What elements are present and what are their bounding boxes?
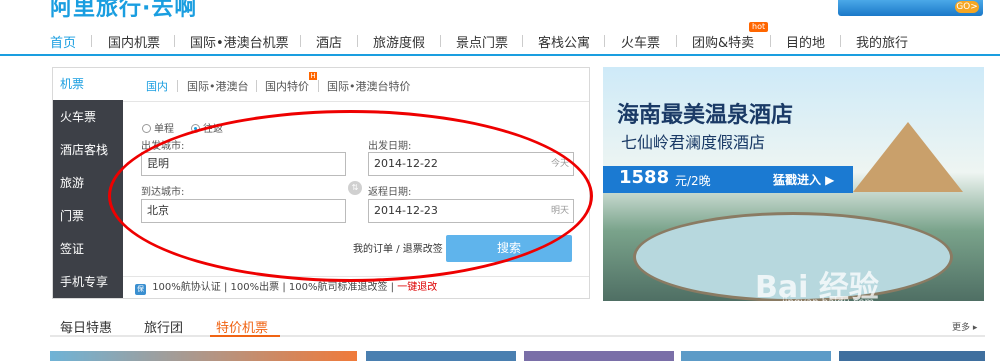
tab-domestic[interactable]: 国内 <box>146 78 168 94</box>
tab-divider <box>123 101 589 102</box>
radio-one-way[interactable]: 单程 <box>142 120 174 135</box>
nav-item-home[interactable]: 首页 <box>50 32 76 51</box>
ad-price-unit: 元/2晚 <box>675 174 711 188</box>
hot-badge: hot <box>749 22 769 32</box>
tab-separator <box>177 80 178 92</box>
nav-separator <box>174 35 175 47</box>
ad-hut-shape <box>853 122 963 192</box>
nav-item-hotels[interactable]: 酒店 <box>316 32 342 51</box>
nav-separator <box>840 35 841 47</box>
nav-separator <box>604 35 605 47</box>
tab-separator <box>256 80 257 92</box>
nav-item-group-deals[interactable]: 团购&特卖 <box>692 32 754 51</box>
more-link[interactable]: 更多 ▸ <box>952 320 977 333</box>
highlight-oval <box>108 110 593 282</box>
nav-item-inns[interactable]: 客栈公寓 <box>538 32 590 51</box>
tab-tour-groups[interactable]: 旅行团 <box>144 317 183 336</box>
bottom-tabs: 每日特惠 旅行团 特价机票 <box>50 311 985 337</box>
nav-separator <box>91 35 92 47</box>
site-logo[interactable]: 阿里旅行·去啊 <box>50 0 197 22</box>
nav-item-vacations[interactable]: 旅游度假 <box>373 32 425 51</box>
deal-thumbnails <box>50 351 985 361</box>
nav-item-tickets[interactable]: 景点门票 <box>456 32 508 51</box>
nav-item-domestic-flights[interactable]: 国内机票 <box>108 32 160 51</box>
banner-go-button[interactable]: GO> <box>955 1 979 13</box>
guarantee-certified: 100%航协认证 <box>152 282 221 293</box>
sidebar-item-hotels[interactable]: 酒店客栈 <box>53 134 123 166</box>
nav-item-destinations[interactable]: 目的地 <box>786 32 825 51</box>
tab-daily-deals[interactable]: 每日特惠 <box>60 317 112 336</box>
deal-thumbnail[interactable] <box>50 351 357 361</box>
baidu-watermark-url: jingyan.baidu.com <box>782 297 875 308</box>
one-click-refund-link[interactable]: 一键退改 <box>397 282 437 293</box>
active-tab-underline <box>210 335 280 337</box>
main-nav: 首页 国内机票 国际•港澳台机票 酒店 旅游度假 景点门票 客栈公寓 火车票 团… <box>0 22 1000 56</box>
deal-thumbnail[interactable] <box>366 351 516 361</box>
sidebar-item-visa[interactable]: 签证 <box>53 233 123 265</box>
special-mark-icon: H <box>309 72 317 80</box>
radio-one-way-label: 单程 <box>154 124 174 135</box>
nav-separator <box>770 35 771 47</box>
sidebar-item-mobile[interactable]: 手机专享 <box>53 266 123 298</box>
guarantee-refund-standard: 100%航司标准退改签 <box>288 282 388 293</box>
deal-thumbnail[interactable] <box>681 351 831 361</box>
sidebar-item-flights[interactable]: 机票 <box>53 68 123 100</box>
nav-separator <box>357 35 358 47</box>
tab-special-flights[interactable]: 特价机票 <box>216 317 268 336</box>
guarantee-ticketing: 100%出票 <box>230 282 280 293</box>
ad-cta-button[interactable]: 猛戳进入 ▶ <box>773 171 834 188</box>
tab-separator <box>318 80 319 92</box>
deal-thumbnail[interactable] <box>839 351 985 361</box>
nav-item-trains[interactable]: 火车票 <box>621 32 660 51</box>
tab-domestic-special[interactable]: 国内特价 <box>265 78 309 94</box>
ad-title: 海南最美温泉酒店 <box>617 103 794 128</box>
tab-international[interactable]: 国际•港澳台 <box>187 78 249 94</box>
nav-separator <box>522 35 523 47</box>
ad-subtitle: 七仙岭君澜度假酒店 <box>621 133 766 152</box>
top-banner[interactable]: GO> <box>838 0 983 16</box>
ad-price: 1588 <box>619 167 670 188</box>
nav-separator <box>440 35 441 47</box>
nav-separator <box>300 35 301 47</box>
nav-item-my-trips[interactable]: 我的旅行 <box>856 32 908 51</box>
sidebar-item-trains[interactable]: 火车票 <box>53 101 123 133</box>
radio-circle-icon <box>142 124 151 133</box>
tab-international-special[interactable]: 国际•港澳台特价 <box>327 78 411 94</box>
nav-item-intl-flights[interactable]: 国际•港澳台机票 <box>190 32 289 51</box>
deal-thumbnail[interactable] <box>524 351 674 361</box>
nav-separator <box>676 35 677 47</box>
shield-icon: 保 <box>135 284 146 295</box>
